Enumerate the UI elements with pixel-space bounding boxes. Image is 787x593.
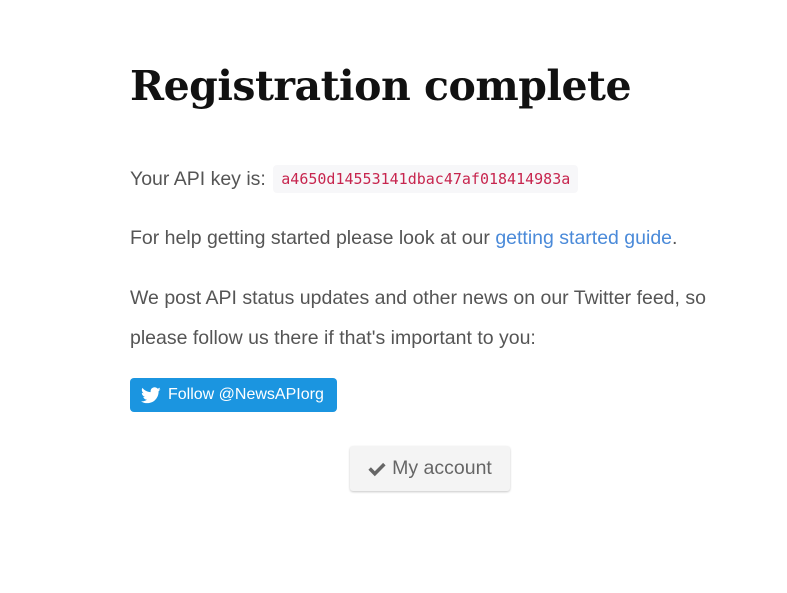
news-text-line-1: We post API status updates and other new… xyxy=(130,287,706,309)
news-paragraph: We post API status updates and other new… xyxy=(130,278,706,358)
getting-started-guide-link[interactable]: getting started guide xyxy=(495,227,672,249)
api-key-paragraph: Your API key is: a4650d14553141dbac47af0… xyxy=(130,159,579,199)
twitter-bird-icon xyxy=(141,386,161,404)
help-paragraph: For help getting started please look at … xyxy=(130,218,677,258)
my-account-label: My account xyxy=(392,457,492,479)
api-key-label: Your API key is: xyxy=(130,168,266,190)
help-text-after: . xyxy=(672,227,678,249)
api-key-value[interactable]: a4650d14553141dbac47af018414983a xyxy=(273,165,579,193)
help-text-before: For help getting started please look at … xyxy=(130,227,496,249)
my-account-button[interactable]: My account xyxy=(350,446,510,491)
twitter-follow-button[interactable]: Follow @NewsAPIorg xyxy=(130,378,337,412)
twitter-follow-label: Follow @NewsAPIorg xyxy=(168,386,324,403)
checkmark-icon xyxy=(368,461,386,477)
news-text-line-2: please follow us there if that's importa… xyxy=(130,327,536,349)
page-title: Registration complete xyxy=(130,62,632,110)
